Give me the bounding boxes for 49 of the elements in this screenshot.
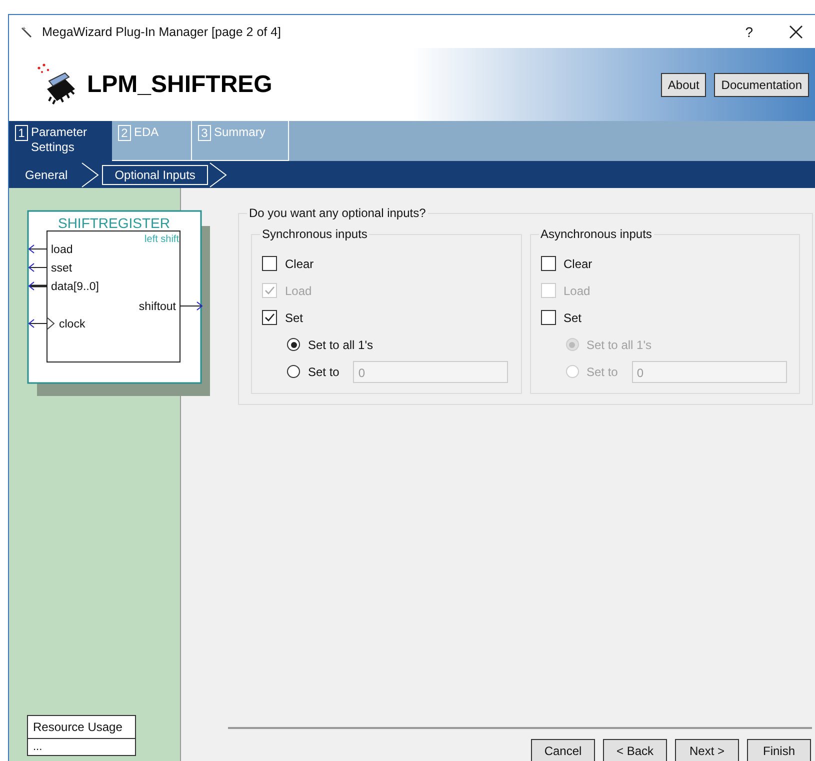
question-label: Do you want any optional inputs?: [247, 206, 428, 220]
chevron-icon: [80, 162, 100, 188]
chevron-icon: [208, 162, 228, 188]
breadcrumb-item[interactable]: General: [25, 166, 80, 184]
radio-label: Set to all 1's: [586, 338, 652, 352]
checkbox-label: Clear: [285, 256, 314, 270]
resource-usage-value: ...: [32, 740, 44, 755]
checkbox-label: Set: [564, 310, 582, 324]
checkbox[interactable]: [262, 310, 277, 325]
checkbox[interactable]: [262, 256, 277, 271]
pin-label: load: [51, 244, 73, 256]
shift-mode-label: left shift: [144, 234, 179, 245]
wizard-button[interactable]: Finish: [747, 739, 811, 761]
pin-label: shiftout: [138, 301, 176, 313]
radio-label: Set to: [308, 364, 340, 378]
resource-usage-title: Resource Usage: [28, 716, 135, 739]
checkbox-label: Load: [564, 284, 590, 298]
group-title: Asynchronous inputs: [538, 227, 654, 241]
checkbox-label: Clear: [564, 256, 592, 270]
header-button[interactable]: Documentation: [714, 72, 809, 96]
radio-label: Set to all 1's: [308, 338, 373, 352]
wizard-button[interactable]: < Back: [603, 739, 667, 761]
pin-label: clock: [59, 318, 86, 330]
pin-label: sset: [51, 262, 72, 274]
window-title: MegaWizard Plug-In Manager [page 2 of 4]: [42, 24, 282, 38]
checkbox-label: Load: [285, 284, 312, 298]
input-pin: [28, 244, 48, 254]
output-pin: [180, 302, 203, 310]
step-tab[interactable]: 1 Parameter Settings: [9, 121, 112, 161]
help-button[interactable]: ?: [745, 24, 753, 40]
input-pin: [28, 317, 55, 330]
input-pin: [28, 263, 48, 272]
group-title: Synchronous inputs: [260, 227, 370, 241]
wizard-button[interactable]: Cancel: [531, 739, 595, 761]
wand-icon: [21, 26, 33, 38]
radio-label: Set to: [586, 364, 618, 378]
wizard-button[interactable]: Next >: [675, 739, 739, 761]
checkbox-label: Set: [285, 310, 304, 324]
checkbox[interactable]: [540, 256, 556, 271]
checkbox[interactable]: [540, 310, 556, 325]
pin-label: data[9..0]: [51, 281, 99, 293]
radio-button[interactable]: [287, 365, 300, 378]
component-title: LPM_SHIFTREG: [87, 70, 274, 98]
breadcrumb-item[interactable]: Optional Inputs: [102, 164, 208, 184]
input-pin: [28, 282, 47, 290]
radio-button[interactable]: [287, 338, 300, 351]
header-button[interactable]: About: [660, 72, 706, 96]
close-icon[interactable]: [789, 24, 803, 38]
symbol-title: SHIFTREGISTER: [58, 215, 170, 231]
